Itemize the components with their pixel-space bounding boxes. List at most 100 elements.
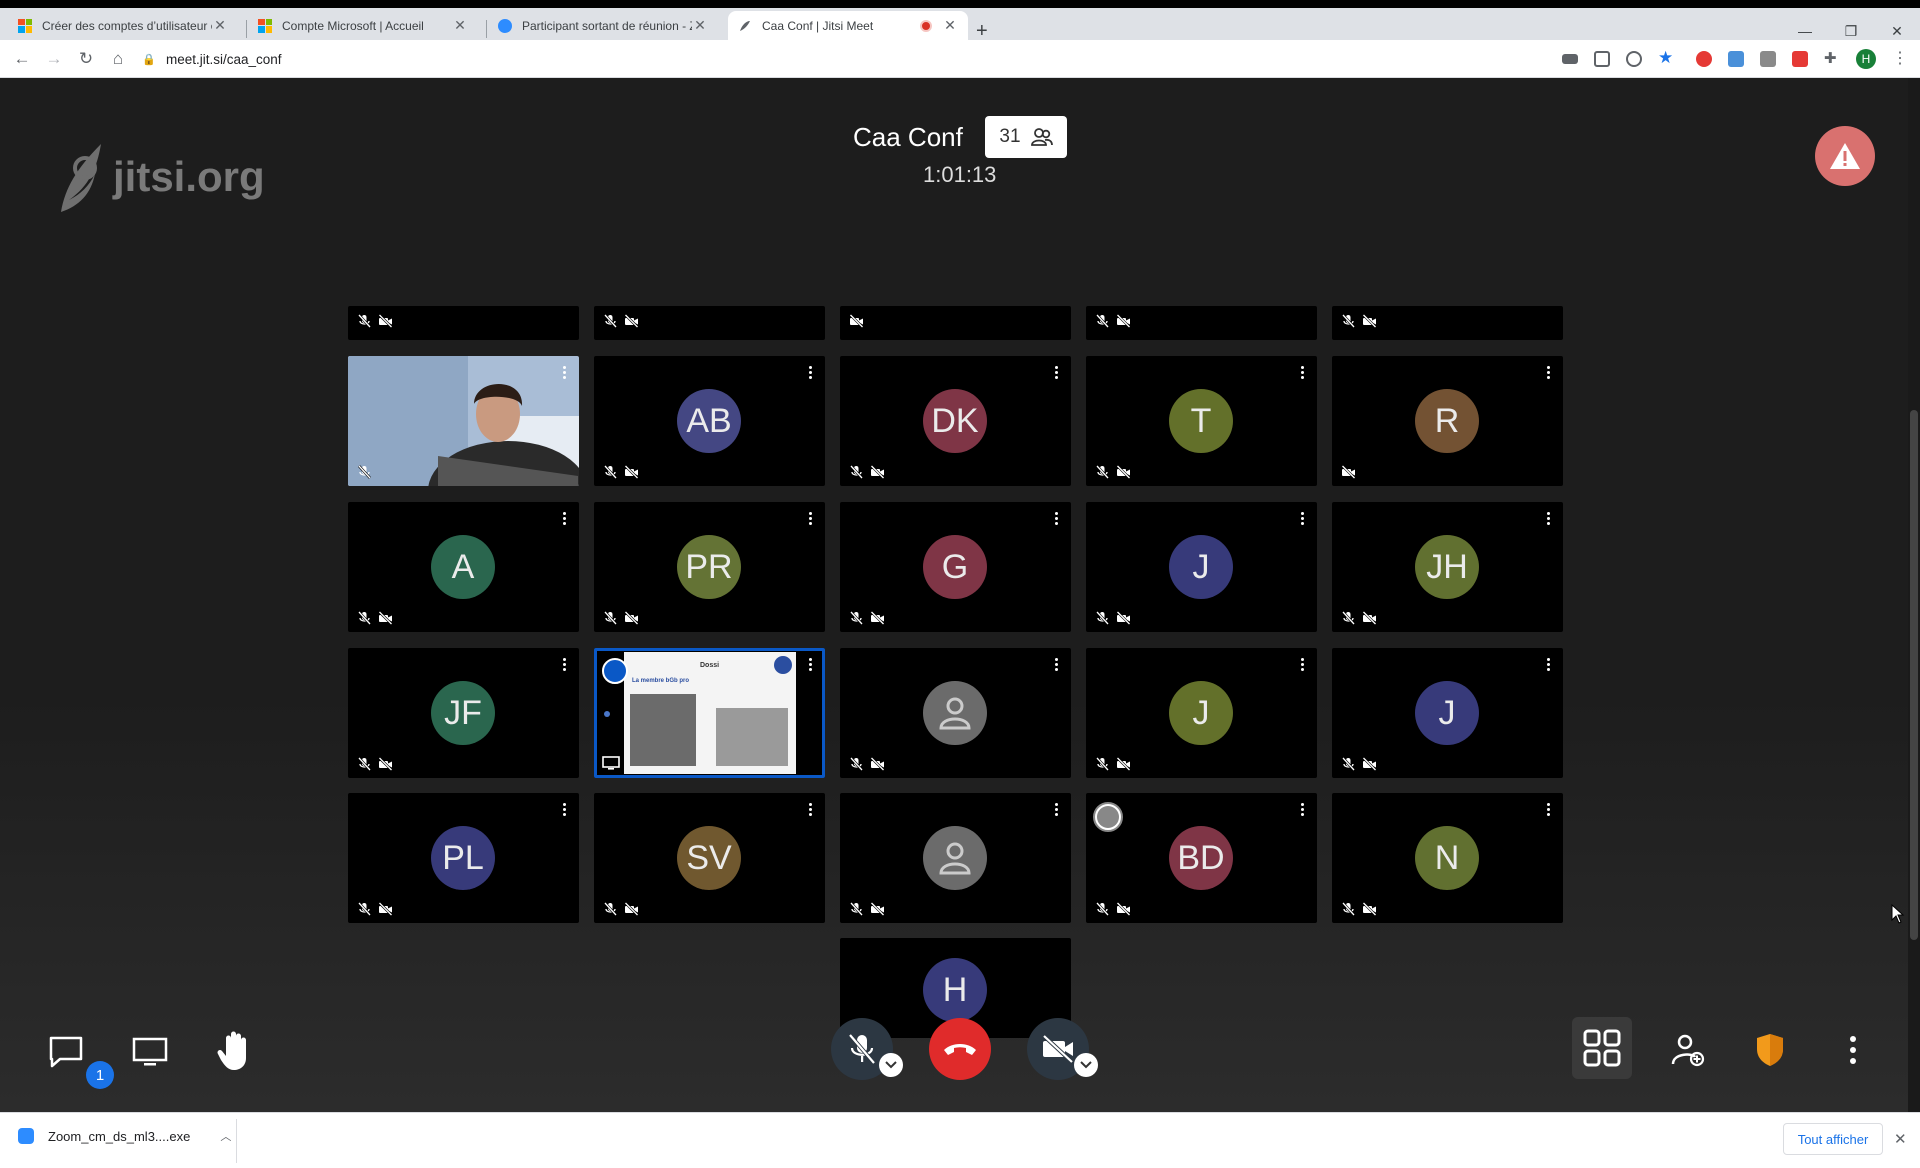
close-tab-icon[interactable]: ✕ <box>452 17 468 34</box>
extension-icon[interactable] <box>1760 51 1776 67</box>
participant-tile[interactable] <box>1086 306 1317 340</box>
participant-tile[interactable]: N <box>1332 793 1563 923</box>
participant-tile[interactable]: Dossi La membre bGb pro <box>594 648 825 778</box>
warning-button[interactable] <box>1815 126 1875 186</box>
tile-menu-icon[interactable] <box>563 658 567 672</box>
tab-4-active[interactable]: Caa Conf | Jitsi Meet ✕ <box>728 11 968 40</box>
tile-status-icons <box>1341 902 1377 916</box>
tile-menu-icon[interactable] <box>809 803 813 817</box>
close-tab-icon[interactable]: ✕ <box>942 17 958 34</box>
tile-menu-icon[interactable] <box>1055 658 1059 672</box>
avatar-initials: AB <box>686 401 732 440</box>
extension-icon[interactable] <box>1728 51 1744 67</box>
tile-menu-icon[interactable] <box>809 366 813 380</box>
participant-tile[interactable] <box>348 356 579 486</box>
address-bar[interactable]: 🔒 meet.jit.si/caa_conf <box>142 45 1502 73</box>
more-actions-button[interactable] <box>1843 1030 1863 1070</box>
raise-hand-button[interactable] <box>214 1028 254 1074</box>
avatar-initials: J <box>1192 693 1210 732</box>
tile-menu-icon[interactable] <box>1055 512 1059 526</box>
camera-off-icon <box>624 314 639 328</box>
participant-tile[interactable] <box>1332 306 1563 340</box>
participant-tile[interactable]: BD <box>1086 793 1317 923</box>
more-vertical-icon <box>1850 1036 1856 1064</box>
audio-settings-chevron[interactable] <box>879 1053 903 1077</box>
participant-tile[interactable] <box>840 648 1071 778</box>
participant-tile[interactable]: PR <box>594 502 825 632</box>
avatar-initials: J <box>1192 547 1210 586</box>
participant-tile[interactable]: AB <box>594 356 825 486</box>
tab-1[interactable]: Créer des comptes d’utilisateur e ✕ <box>8 11 238 40</box>
participant-tile[interactable]: JH <box>1332 502 1563 632</box>
video-settings-chevron[interactable] <box>1074 1053 1098 1077</box>
close-tab-icon[interactable]: ✕ <box>212 17 228 34</box>
tile-menu-icon[interactable] <box>1055 366 1059 380</box>
bookmark-star-icon[interactable]: ★ <box>1658 48 1674 67</box>
participant-tile[interactable]: R <box>1332 356 1563 486</box>
tile-menu-icon[interactable] <box>1055 803 1059 817</box>
participant-tile[interactable] <box>348 306 579 340</box>
participant-count-pill[interactable]: 31 <box>985 116 1067 158</box>
profile-avatar[interactable]: H <box>1856 49 1876 69</box>
tile-menu-icon[interactable] <box>1547 803 1551 817</box>
participant-tile[interactable]: T <box>1086 356 1317 486</box>
zoom-lens-icon[interactable] <box>1626 51 1642 67</box>
back-button[interactable]: ← <box>12 49 32 69</box>
tile-menu-icon[interactable] <box>1301 803 1305 817</box>
browser-toolbar: ← → ↻ ⌂ 🔒 meet.jit.si/caa_conf ★ ✚ H ⋮ <box>0 40 1920 78</box>
chat-button[interactable] <box>46 1032 86 1072</box>
screenshare-button[interactable] <box>130 1032 170 1072</box>
tile-menu-icon[interactable] <box>563 512 567 526</box>
participant-tile[interactable] <box>840 793 1071 923</box>
participant-tile[interactable]: PL <box>348 793 579 923</box>
camera-off-icon <box>849 314 864 328</box>
forward-button[interactable]: → <box>44 49 64 69</box>
hangup-button[interactable] <box>929 1018 991 1080</box>
participant-tile[interactable] <box>840 306 1071 340</box>
tile-menu-icon[interactable] <box>809 658 813 672</box>
puzzle-icon[interactable]: ✚ <box>1824 49 1840 67</box>
show-all-downloads-button[interactable]: Tout afficher <box>1783 1123 1883 1155</box>
camera-off-icon <box>870 902 885 916</box>
tile-view-button[interactable] <box>1572 1017 1632 1079</box>
tile-menu-icon[interactable] <box>1301 658 1305 672</box>
close-downloads-icon[interactable]: ✕ <box>1894 1130 1907 1148</box>
tile-menu-icon[interactable] <box>1547 512 1551 526</box>
tile-menu-icon[interactable] <box>1301 512 1305 526</box>
home-button[interactable]: ⌂ <box>108 49 128 69</box>
tab-3[interactable]: Participant sortant de réunion - Z ✕ <box>488 11 718 40</box>
participant-tile[interactable]: DK <box>840 356 1071 486</box>
participant-tile[interactable] <box>594 306 825 340</box>
participant-tile[interactable]: G <box>840 502 1071 632</box>
close-tab-icon[interactable]: ✕ <box>692 17 708 34</box>
participant-tile[interactable]: SV <box>594 793 825 923</box>
adblock-icon[interactable] <box>1696 51 1712 67</box>
scrollbar-thumb[interactable] <box>1910 410 1918 940</box>
tab-2[interactable]: Compte Microsoft | Accueil ✕ <box>248 11 478 40</box>
cast-icon[interactable] <box>1594 51 1610 67</box>
participant-tile[interactable]: J <box>1086 502 1317 632</box>
tile-menu-icon[interactable] <box>1547 366 1551 380</box>
tile-menu-icon[interactable] <box>1547 658 1551 672</box>
tile-menu-icon[interactable] <box>1301 366 1305 380</box>
participant-tile[interactable]: A <box>348 502 579 632</box>
participant-tile[interactable]: J <box>1086 648 1317 778</box>
tile-menu-icon[interactable] <box>563 366 567 380</box>
tab-title: Compte Microsoft | Accueil <box>282 18 424 33</box>
camera-icon[interactable] <box>1562 54 1578 64</box>
browser-menu-icon[interactable]: ⋮ <box>1892 48 1908 67</box>
avatar-initials: JF <box>444 693 482 732</box>
download-item[interactable]: Zoom_cm_ds_ml3....exe ︿ <box>18 1128 231 1144</box>
reload-button[interactable]: ↻ <box>76 49 96 69</box>
tile-menu-icon[interactable] <box>563 803 567 817</box>
participant-tile[interactable]: JF <box>348 648 579 778</box>
tile-menu-icon[interactable] <box>809 512 813 526</box>
microphone-muted-icon <box>358 314 371 328</box>
connection-indicator-icon[interactable] <box>1093 802 1123 832</box>
extension-icon[interactable] <box>1792 51 1808 67</box>
chevron-up-icon[interactable]: ︿ <box>220 1128 231 1144</box>
security-options-button[interactable] <box>1752 1030 1788 1070</box>
invite-people-button[interactable] <box>1668 1030 1708 1070</box>
participant-tile[interactable]: J <box>1332 648 1563 778</box>
mouse-cursor-icon <box>1891 904 1905 924</box>
